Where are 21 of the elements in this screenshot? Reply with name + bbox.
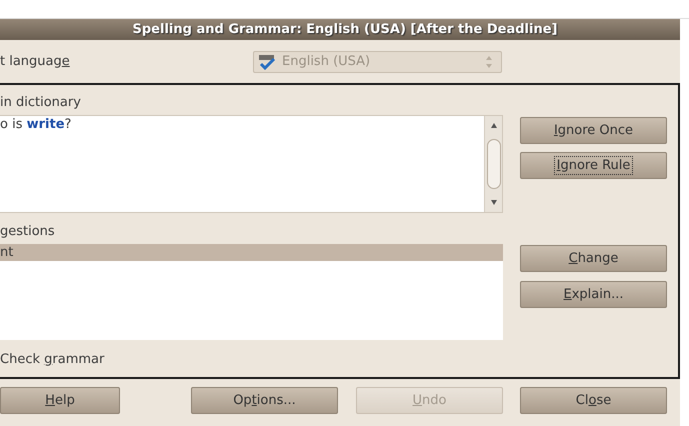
change-button[interactable]: Change <box>520 245 667 272</box>
scroll-up-icon[interactable] <box>490 122 498 130</box>
help-button[interactable]: Help <box>0 387 120 414</box>
explain-button[interactable]: Explain... <box>520 281 667 308</box>
scroll-down-icon[interactable] <box>490 198 498 206</box>
scroll-thumb[interactable] <box>486 139 500 189</box>
ignore-once-button[interactable]: Ignore Once <box>520 117 667 144</box>
spinner-arrows-icon <box>485 54 493 68</box>
sentence-text: o is write? <box>0 116 72 134</box>
not-in-dictionary-label: in dictionary <box>0 95 81 112</box>
close-button[interactable]: Close <box>520 387 667 414</box>
scrollbar[interactable] <box>484 116 502 212</box>
window-title: Spelling and Grammar: English (USA) [After the Deadline] <box>132 22 558 37</box>
suggestions-label: gestions <box>0 223 55 241</box>
sentence-text-area[interactable]: o is write? <box>0 115 503 213</box>
check-grammar-label[interactable]: Check grammar <box>0 352 104 367</box>
ignore-rule-button[interactable]: Ignore Rule <box>520 152 667 179</box>
language-label: t language <box>0 54 71 69</box>
options-button[interactable]: Options... <box>191 387 338 414</box>
suggestion-item[interactable]: nt <box>0 244 503 261</box>
spellcheck-icon <box>258 54 276 70</box>
